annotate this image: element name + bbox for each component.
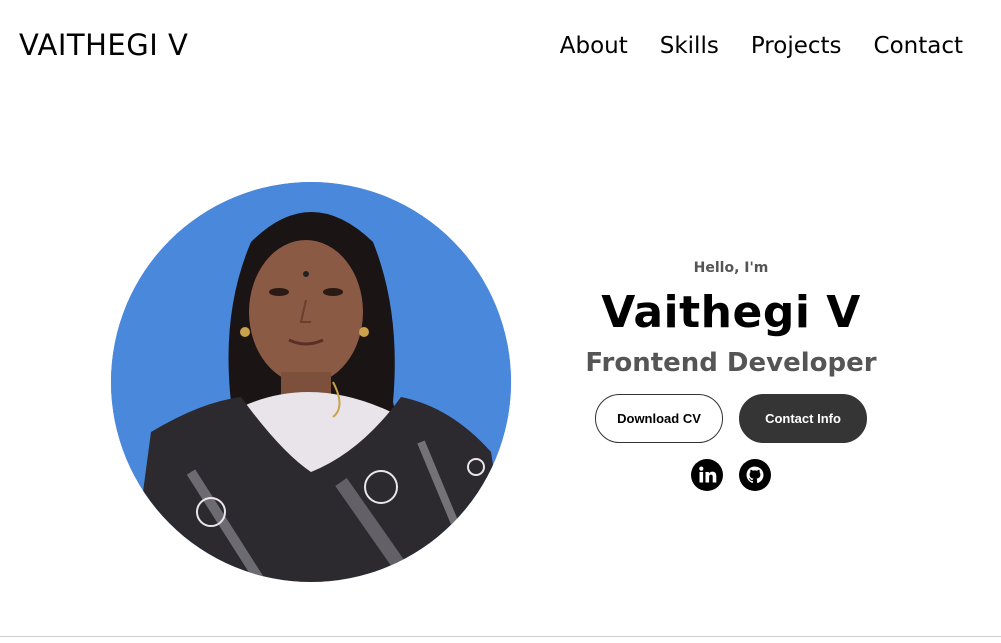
hero-name: Vaithegi V	[601, 287, 861, 338]
nav-link-projects[interactable]: Projects	[751, 30, 842, 62]
nav-link-about[interactable]: About	[560, 30, 628, 62]
site-logo[interactable]: VAITHEGI V	[19, 27, 188, 63]
hero-buttons: Download CV Contact Info	[570, 394, 892, 443]
bottom-divider	[0, 636, 1001, 637]
download-cv-button[interactable]: Download CV	[595, 394, 723, 443]
nav-link-skills[interactable]: Skills	[660, 30, 719, 62]
linkedin-icon[interactable]	[691, 459, 723, 491]
github-icon[interactable]	[739, 459, 771, 491]
profile-photo	[111, 182, 511, 582]
social-links	[570, 459, 892, 491]
hero-role: Frontend Developer	[585, 348, 877, 378]
greeting-text: Hello, I'm	[693, 260, 769, 276]
intro-section: Hello, I'm Vaithegi V Frontend Developer…	[570, 256, 892, 491]
top-nav: VAITHEGI V About Skills Projects Contact	[0, 0, 1001, 92]
nav-link-contact[interactable]: Contact	[874, 30, 963, 62]
nav-links: About Skills Projects Contact	[560, 30, 963, 62]
profile-photo-image	[111, 182, 511, 582]
contact-info-button[interactable]: Contact Info	[739, 394, 867, 443]
portfolio-page: VAITHEGI V About Skills Projects Contact	[0, 0, 1001, 643]
